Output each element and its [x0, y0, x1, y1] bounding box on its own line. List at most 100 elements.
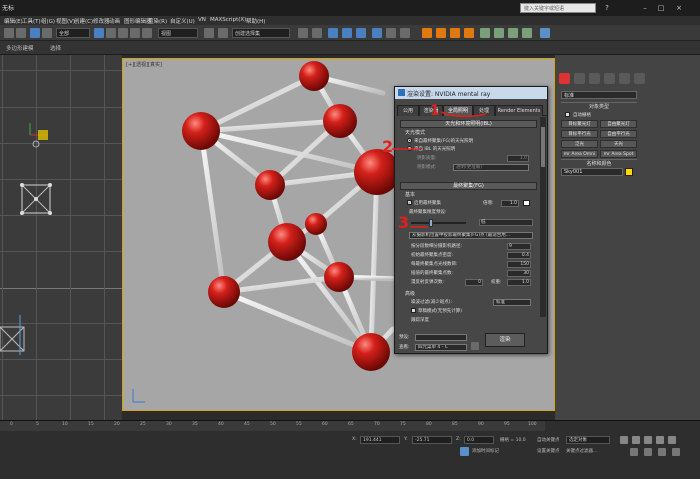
- light-icon-3[interactable]: [508, 28, 518, 38]
- display-tab-icon[interactable]: [618, 73, 630, 84]
- unlink-icon[interactable]: [42, 28, 52, 38]
- precision-slider-knob[interactable]: [429, 219, 433, 227]
- initial-density-spinner[interactable]: 0.4: [507, 252, 531, 259]
- rollout-final-gather[interactable]: 最终聚集(FG): [400, 182, 537, 190]
- search-input[interactable]: 键入关键字或短语: [520, 3, 596, 13]
- skylight-button[interactable]: 天光: [600, 140, 637, 148]
- noise-filter-dropdown[interactable]: 标准: [493, 299, 531, 306]
- select-by-name-icon[interactable]: [106, 28, 116, 38]
- dialog-scrollbar[interactable]: [540, 117, 546, 317]
- object-type-header[interactable]: 对象类型: [561, 102, 637, 110]
- go-to-end-icon[interactable]: [668, 436, 676, 444]
- shadow-mode-dropdown[interactable]: 透明(更准确): [453, 164, 529, 171]
- close-icon[interactable]: ×: [674, 3, 684, 13]
- light-type-dropdown[interactable]: 标准: [561, 91, 637, 99]
- name-color-header[interactable]: 名称和颜色: [561, 159, 637, 167]
- previous-frame-icon[interactable]: [632, 436, 640, 444]
- next-frame-icon[interactable]: [656, 436, 664, 444]
- layer-icon[interactable]: [328, 28, 338, 38]
- lock-selection-icon[interactable]: [460, 447, 469, 456]
- redo-icon[interactable]: [16, 28, 26, 38]
- multiplier-color-swatch[interactable]: [523, 200, 530, 206]
- menu-modifiers[interactable]: 修改器: [93, 17, 110, 25]
- reference-coord-dropdown[interactable]: 视图: [158, 28, 198, 38]
- shadow-quality-spinner[interactable]: 1.0: [507, 155, 529, 162]
- scale-icon[interactable]: [142, 28, 152, 38]
- auto-key-label[interactable]: 自动关键点: [537, 437, 560, 443]
- render-setup-icon[interactable]: [372, 28, 382, 38]
- undo-icon[interactable]: [4, 28, 14, 38]
- ribbon-tab-select[interactable]: 选择: [50, 44, 61, 52]
- tab-render-elements[interactable]: Render Elements: [495, 105, 543, 116]
- render-frame-icon[interactable]: [386, 28, 396, 38]
- weight-spinner[interactable]: 1.0: [507, 279, 531, 286]
- camera-icon[interactable]: [540, 28, 550, 38]
- light-icon-4[interactable]: [522, 28, 532, 38]
- view-dropdown[interactable]: 四元菜单 4 - C: [415, 344, 467, 351]
- hierarchy-tab-icon[interactable]: [588, 73, 600, 84]
- mirror-icon[interactable]: [298, 28, 308, 38]
- menu-animation[interactable]: 动画: [109, 17, 120, 25]
- selected-object-dropdown[interactable]: 选定对象: [566, 436, 610, 444]
- z-coordinate-field[interactable]: 0.0: [464, 436, 494, 444]
- move-icon[interactable]: [118, 28, 128, 38]
- enable-fg-checkbox[interactable]: ✓: [407, 200, 412, 205]
- rollout-skylight-ibl[interactable]: 天光和环境照明(IBL): [400, 120, 537, 128]
- menu-create[interactable]: 创建(C): [74, 17, 93, 25]
- select-object-icon[interactable]: [94, 28, 104, 38]
- timeline-ruler[interactable]: 0 5 10 15 20 25 30 35 40 45 50 55 60 65 …: [0, 421, 545, 431]
- mr-area-omni-button[interactable]: mr Area Omni: [561, 150, 598, 158]
- create-tab-icon[interactable]: [559, 73, 570, 84]
- render-button[interactable]: 渲染: [485, 333, 525, 347]
- pan-icon[interactable]: [644, 448, 652, 456]
- render-production-icon[interactable]: [400, 28, 410, 38]
- light-icon-2[interactable]: [494, 28, 504, 38]
- target-spot-button[interactable]: 目标聚光灯: [561, 120, 598, 128]
- radio-from-fg[interactable]: •: [407, 138, 412, 143]
- free-spot-button[interactable]: 自由聚光灯: [600, 120, 637, 128]
- play-icon[interactable]: [644, 436, 652, 444]
- app-label[interactable]: 无标: [2, 3, 14, 12]
- select-link-icon[interactable]: [30, 28, 40, 38]
- left-viewports[interactable]: [0, 55, 122, 420]
- x-coordinate-field[interactable]: 191.441: [360, 436, 400, 444]
- menu-group[interactable]: 组(G): [41, 17, 55, 25]
- bounces-spinner[interactable]: 0: [465, 279, 483, 286]
- teapot-icon[interactable]: [422, 28, 432, 38]
- teapot-icon-2[interactable]: [436, 28, 446, 38]
- teapot-icon-3[interactable]: [450, 28, 460, 38]
- pivot-icon[interactable]: [204, 28, 214, 38]
- rotate-icon[interactable]: [130, 28, 140, 38]
- lock-view-icon[interactable]: [471, 342, 479, 350]
- menu-maxscript[interactable]: MAXScript(X): [210, 17, 246, 23]
- rays-spinner[interactable]: 150: [507, 261, 531, 268]
- menu-views[interactable]: 视图(V): [56, 17, 75, 25]
- selection-filter-dropdown[interactable]: 全部: [56, 28, 90, 38]
- maximize-icon[interactable]: □: [656, 3, 666, 13]
- ribbon-tab-poly[interactable]: 多边形建模: [6, 44, 34, 52]
- menu-help[interactable]: 帮助(H): [246, 17, 265, 25]
- object-name-field[interactable]: Sky001: [561, 168, 623, 176]
- snap-icon[interactable]: [218, 28, 228, 38]
- object-color-swatch[interactable]: [625, 168, 633, 176]
- menu-tools[interactable]: 工具(T): [22, 17, 41, 25]
- omni-button[interactable]: 泛光: [561, 140, 598, 148]
- orbit-icon[interactable]: [658, 448, 666, 456]
- precision-slider-track[interactable]: [411, 222, 466, 224]
- tab-processing[interactable]: 处理: [473, 105, 495, 116]
- menu-customize[interactable]: 自定义(U): [170, 17, 195, 25]
- motion-tab-icon[interactable]: [603, 73, 615, 84]
- add-time-tag[interactable]: 添加时间标记: [472, 448, 499, 454]
- divide-spinner[interactable]: 9: [507, 243, 531, 250]
- draft-mode-checkbox[interactable]: [411, 308, 416, 313]
- radio-from-ibl[interactable]: [407, 146, 412, 151]
- align-icon[interactable]: [312, 28, 322, 38]
- multiplier-spinner[interactable]: 1.0: [501, 200, 519, 207]
- tab-global-illumination[interactable]: 全局照明: [443, 105, 473, 116]
- menu-vn[interactable]: VN: [198, 17, 206, 23]
- maximize-viewport-icon[interactable]: [672, 448, 680, 456]
- curve-editor-icon[interactable]: [342, 28, 352, 38]
- light-icon[interactable]: [480, 28, 490, 38]
- utilities-tab-icon[interactable]: [633, 73, 645, 84]
- fg-method-dropdown[interactable]: 从摄影机位置中投影最终聚集(FG)点 (最适合用...: [409, 232, 533, 239]
